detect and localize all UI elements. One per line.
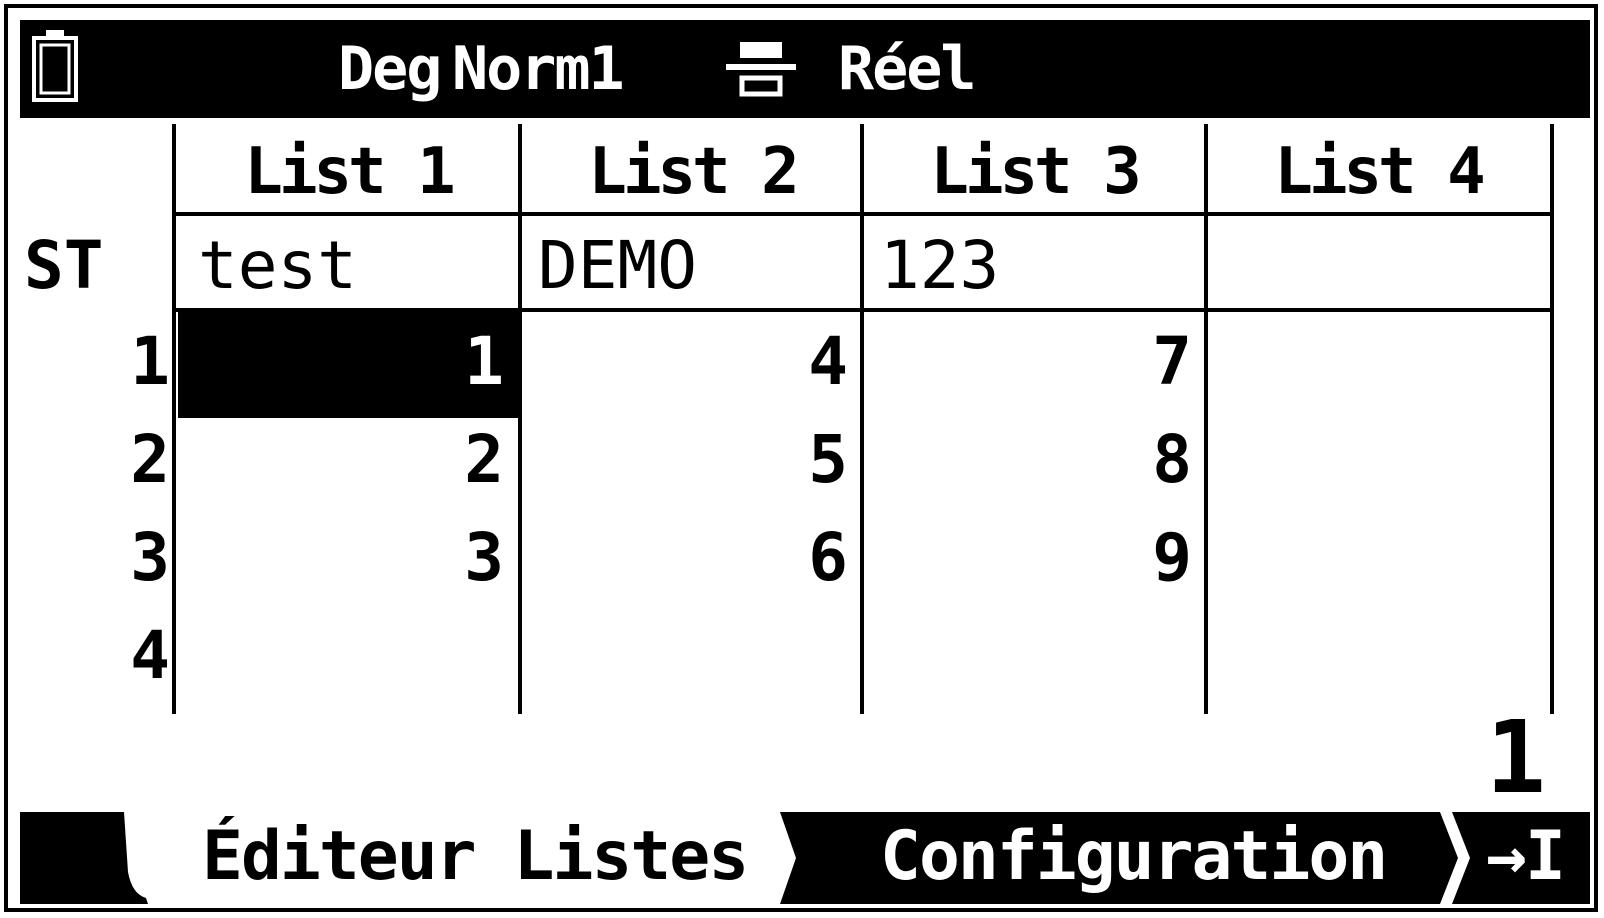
current-cell-value: 1 bbox=[1485, 699, 1546, 816]
status-bar: Deg Norm1 Réel bbox=[20, 20, 1590, 118]
list-1-cell-2[interactable]: 2 bbox=[188, 412, 504, 508]
battery-icon bbox=[32, 30, 78, 102]
menu-end-arrow-icon[interactable]: →I bbox=[1486, 812, 1566, 902]
list-2-cell-1[interactable]: 4 bbox=[532, 314, 848, 410]
row-number: 1 bbox=[130, 323, 170, 400]
list-3-subtitle[interactable]: 123 bbox=[880, 224, 999, 308]
list-3-cell-1[interactable]: 7 bbox=[876, 314, 1192, 410]
tab-editeur-listes[interactable]: Éditeur Listes bbox=[202, 812, 749, 902]
list-header-1[interactable]: List 1 bbox=[180, 132, 516, 212]
row-number: 4 bbox=[130, 617, 170, 694]
grid-line bbox=[176, 212, 1554, 216]
calculator-screen: Deg Norm1 Réel List 1 List 2 List 3 List… bbox=[4, 4, 1598, 912]
list-2-cell-2[interactable]: 5 bbox=[532, 412, 848, 508]
list-header-3[interactable]: List 3 bbox=[866, 132, 1202, 212]
list-1-cell-3[interactable]: 3 bbox=[188, 510, 504, 606]
list-header-2[interactable]: List 2 bbox=[524, 132, 860, 212]
row-number: 2 bbox=[130, 421, 170, 498]
display-mode: Norm1 bbox=[452, 34, 625, 104]
list-1-subtitle[interactable]: test bbox=[198, 224, 357, 308]
row-number: 3 bbox=[130, 519, 170, 596]
angle-mode: Deg bbox=[338, 34, 442, 104]
list-3-cell-3[interactable]: 9 bbox=[876, 510, 1192, 606]
list-header-4[interactable]: List 4 bbox=[1210, 132, 1546, 212]
display-format-icon bbox=[726, 42, 796, 97]
subtitle-row-label: ST bbox=[24, 227, 104, 304]
list-1-cell-1[interactable]: 1 bbox=[188, 314, 504, 410]
tab-configuration[interactable]: Configuration bbox=[880, 812, 1388, 902]
list-2-subtitle[interactable]: DEMO bbox=[538, 224, 697, 308]
list-2-cell-3[interactable]: 6 bbox=[532, 510, 848, 606]
list-3-cell-2[interactable]: 8 bbox=[876, 412, 1192, 508]
number-mode: Réel bbox=[838, 34, 976, 104]
